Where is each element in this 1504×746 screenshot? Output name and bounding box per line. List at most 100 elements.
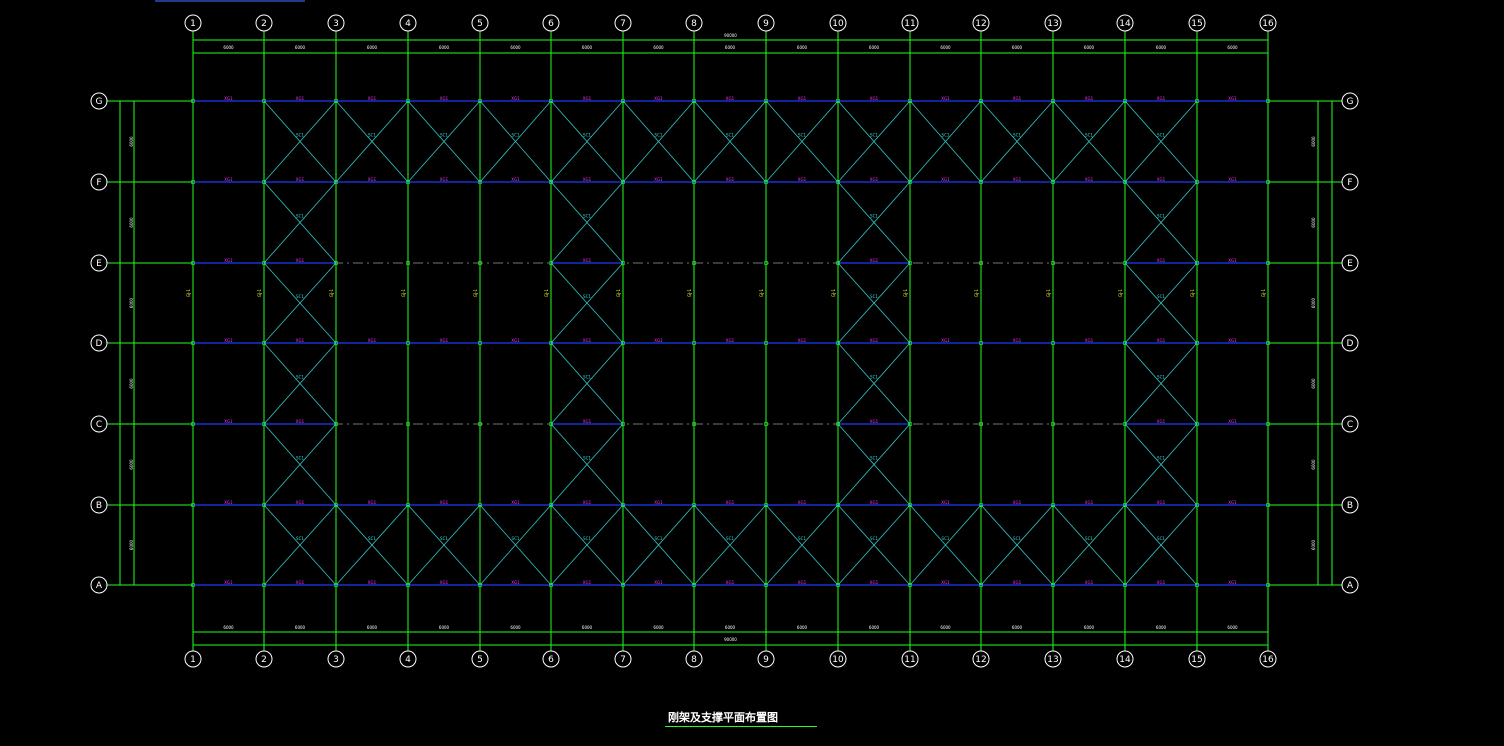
column-axis-bubble-bottom-label: 10 [832, 655, 844, 665]
brace-label: SC1 [296, 133, 304, 138]
brace-label: SC1 [870, 375, 878, 380]
tie-member-label: XG1 [368, 177, 377, 182]
tie-member-label: XG1 [798, 500, 807, 505]
title-underline [665, 726, 817, 727]
row-axis-bubble-right-label: C [1347, 420, 1353, 430]
column-axis-bubble-bottom-label: 8 [691, 655, 697, 665]
column-axis-bubble-bottom-label: 4 [405, 655, 411, 665]
brace-label: SC1 [296, 375, 304, 380]
tie-member-label: XG1 [1157, 258, 1166, 263]
tie-member-label: XG1 [1157, 500, 1166, 505]
tie-member-label: XG1 [296, 500, 305, 505]
dimension-text-right: 6000 [1311, 539, 1316, 550]
dimension-text-top: 6000 [582, 45, 593, 50]
tie-member-label: XG1 [583, 258, 592, 263]
tie-member-label: XG1 [654, 338, 663, 343]
tie-member-label: XG1 [1085, 177, 1094, 182]
column-label: GJ-1 [1046, 288, 1051, 297]
brace-label: SC1 [368, 536, 376, 541]
brace-label: SC1 [440, 133, 448, 138]
column-axis-bubble-bottom-label: 16 [1262, 655, 1274, 665]
dimension-text-top: 6000 [295, 45, 306, 50]
tie-member-label: XG1 [224, 258, 233, 263]
column-axis-bubble-top-label: 16 [1262, 19, 1274, 29]
row-axis-bubble-right-label: D [1347, 339, 1354, 349]
column-axis-bubble-top-label: 15 [1191, 19, 1202, 29]
column-axis-bubble-top-label: 2 [261, 19, 267, 29]
row-axis-bubble-left-label: F [96, 178, 101, 188]
dimension-text-bottom: 6000 [223, 625, 234, 630]
column-label: GJ-1 [759, 288, 764, 297]
tie-member-label: XG1 [726, 177, 735, 182]
brace-label: SC1 [1013, 536, 1021, 541]
tie-member-label: XG1 [1013, 177, 1022, 182]
dimension-text-top: 6000 [1156, 45, 1167, 50]
tie-member-label: XG1 [654, 96, 663, 101]
dimension-text-bottom: 6000 [439, 625, 450, 630]
dimension-text-bottom: 6000 [1227, 625, 1238, 630]
tie-member-label: XG1 [583, 500, 592, 505]
brace-label: SC1 [296, 214, 304, 219]
column-axis-bubble-top-label: 10 [832, 19, 844, 29]
dimension-text-top: 6000 [1012, 45, 1023, 50]
column-axis-bubble-top-label: 6 [548, 19, 554, 29]
tie-member-label: XG1 [654, 500, 663, 505]
column-label: GJ-1 [186, 288, 191, 297]
dimension-text-top: 6000 [510, 45, 521, 50]
tie-member-label: XG1 [870, 258, 879, 263]
dimension-total-bottom: 90000 [724, 637, 737, 642]
column-label: GJ-1 [616, 288, 621, 297]
row-axis-bubble-right-label: E [1347, 259, 1353, 269]
tie-member-label: XG1 [870, 96, 879, 101]
tie-member-label: XG1 [368, 500, 377, 505]
tie-member-label: XG1 [870, 338, 879, 343]
tie-member-label: XG1 [511, 580, 520, 585]
tie-member-label: XG1 [440, 96, 449, 101]
column-axis-bubble-bottom-label: 3 [333, 655, 339, 665]
column-label: GJ-1 [473, 288, 478, 297]
brace-label: SC1 [1157, 133, 1165, 138]
column-axis-bubble-top-label: 12 [975, 19, 986, 29]
tie-member-label: XG1 [941, 177, 950, 182]
tie-member-label: XG1 [654, 177, 663, 182]
brace-label: SC1 [655, 536, 663, 541]
row-axis-bubble-left-label: E [96, 259, 102, 269]
tie-member-label: XG1 [224, 580, 233, 585]
tie-member-label: XG1 [941, 96, 950, 101]
row-axis-bubble-right-label: G [1347, 97, 1354, 107]
column-axis-bubble-top-label: 3 [333, 19, 339, 29]
tie-member-label: XG1 [440, 500, 449, 505]
column-label: GJ-1 [831, 288, 836, 297]
row-axis-bubble-left-label: D [96, 339, 103, 349]
tie-member-label: XG1 [798, 177, 807, 182]
dimension-total-top: 90000 [724, 33, 737, 38]
column-axis-bubble-bottom-label: 9 [763, 655, 769, 665]
tie-member-label: XG1 [583, 177, 592, 182]
column-axis-bubble-top-label: 9 [763, 19, 769, 29]
tie-member-label: XG1 [1157, 580, 1166, 585]
dimension-text-bottom: 6000 [797, 625, 808, 630]
brace-label: SC1 [798, 536, 806, 541]
column-axis-bubble-top-label: 4 [405, 19, 411, 29]
tie-member-label: XG1 [440, 580, 449, 585]
brace-label: SC1 [1157, 456, 1165, 461]
tie-member-label: XG1 [798, 96, 807, 101]
tie-member-label: XG1 [224, 500, 233, 505]
brace-label: SC1 [870, 536, 878, 541]
dimension-text-top: 6000 [940, 45, 951, 50]
column-axis-bubble-top-label: 8 [691, 19, 697, 29]
tie-member-label: XG1 [440, 338, 449, 343]
column-axis-bubble-bottom-label: 12 [975, 655, 986, 665]
tie-member-label: XG1 [224, 96, 233, 101]
tie-member-label: XG1 [726, 580, 735, 585]
tie-member-label: XG1 [798, 580, 807, 585]
column-axis-bubble-bottom-label: 1 [190, 655, 196, 665]
column-axis-bubble-bottom-label: 5 [477, 655, 483, 665]
tie-member-label: XG1 [224, 419, 233, 424]
brace-label: SC1 [583, 536, 591, 541]
brace-label: SC1 [440, 536, 448, 541]
brace-label: SC1 [1085, 536, 1093, 541]
brace-label: SC1 [368, 133, 376, 138]
brace-label: SC1 [1157, 294, 1165, 299]
dimension-text-top: 6000 [1227, 45, 1238, 50]
